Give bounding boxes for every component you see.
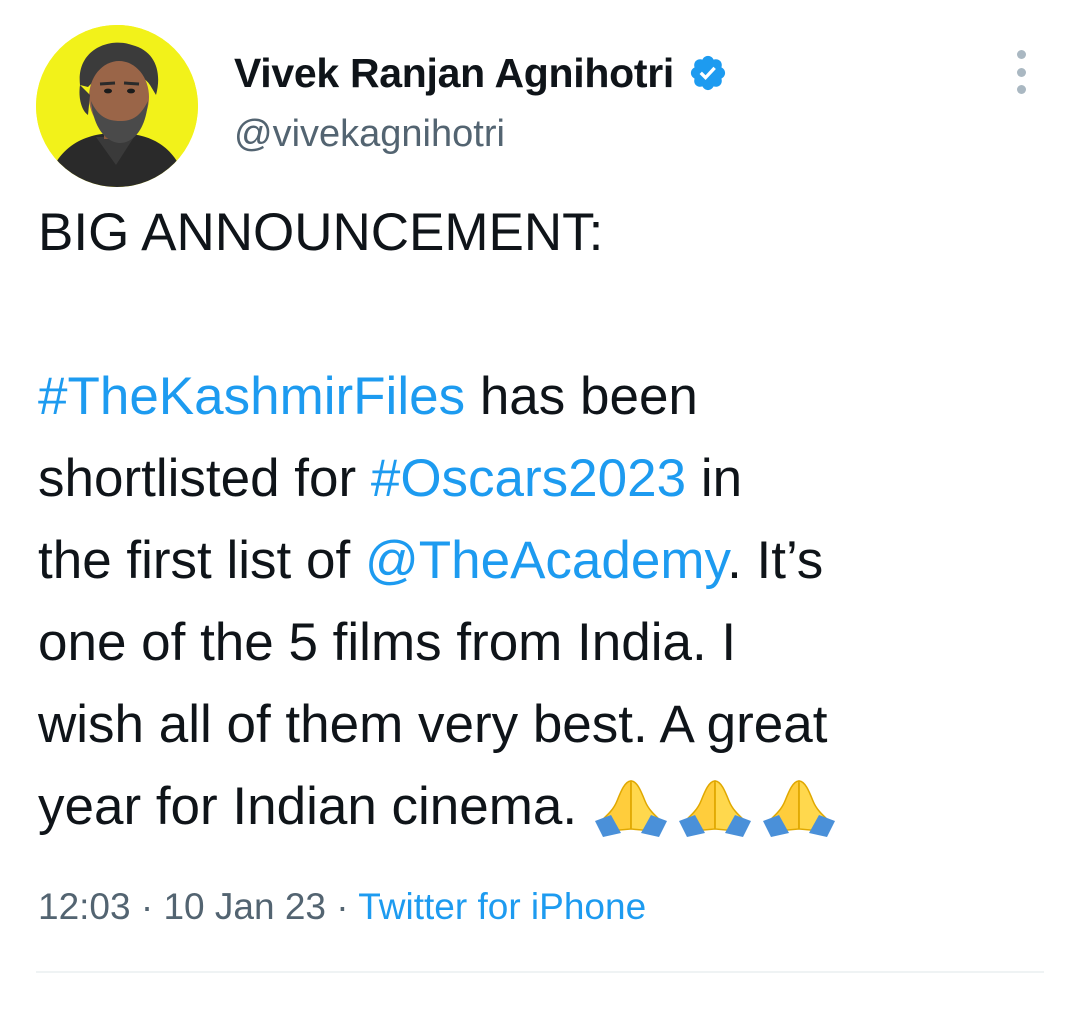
tweet-text-segment: shortlisted for: [38, 449, 371, 508]
tweet-text-line: shortlisted for #Oscars2023 in: [38, 438, 1048, 520]
tweet-text-segment: wish all of them very best. A great: [38, 695, 828, 754]
hashtag-link[interactable]: #Oscars2023: [371, 449, 686, 508]
emoji-row: [591, 775, 839, 837]
tweet-meta: 12:03 · 10 Jan 23 · Twitter for iPhone: [38, 886, 646, 928]
folded-hands-icon: [591, 775, 671, 837]
tweet-text-segment: the first list of: [38, 531, 365, 590]
author-display-name[interactable]: Vivek Ranjan Agnihotri: [234, 50, 674, 97]
verified-badge-icon: [688, 53, 728, 93]
tweet-card: Vivek Ranjan Agnihotri @vivekagnihotri B…: [0, 0, 1080, 1019]
divider: [36, 971, 1044, 973]
tweet-text-line: #TheKashmirFiles has been: [38, 356, 1048, 438]
folded-hands-icon: [759, 775, 839, 837]
meta-separator: ·: [130, 886, 164, 927]
tweet-text-segment: in: [686, 449, 743, 508]
folded-hands-icon: [675, 775, 755, 837]
tweet-text-segment: year for Indian cinema.: [38, 777, 578, 836]
tweet-text-segment: one of the 5 films from India. I: [38, 613, 737, 672]
tweet-text-line: the first list of @TheAcademy. It’s: [38, 520, 1048, 602]
tweet-source-link[interactable]: Twitter for iPhone: [358, 886, 646, 927]
tweet-text-line: BIG ANNOUNCEMENT:: [38, 192, 1048, 274]
tweet-text-segment: BIG ANNOUNCEMENT:: [38, 203, 604, 262]
tweet-text: BIG ANNOUNCEMENT: #TheKashmirFiles has be…: [38, 192, 1048, 848]
avatar-photo: [36, 25, 198, 187]
tweet-text-line: year for Indian cinema.: [38, 766, 1048, 848]
author-handle[interactable]: @vivekagnihotri: [234, 113, 505, 156]
avatar[interactable]: [36, 25, 198, 187]
tweet-text-segment: . It’s: [727, 531, 824, 590]
tweet-date[interactable]: 10 Jan 23: [163, 886, 326, 927]
tweet-text-line: one of the 5 films from India. I: [38, 602, 1048, 684]
tweet-text-line: wish all of them very best. A great: [38, 684, 1048, 766]
hashtag-link[interactable]: #TheKashmirFiles: [38, 367, 465, 426]
mention-link[interactable]: @TheAcademy: [365, 531, 727, 590]
meta-separator: ·: [326, 886, 359, 927]
author-name-row[interactable]: Vivek Ranjan Agnihotri: [234, 48, 728, 98]
tweet-text-segment: has been: [465, 367, 698, 426]
tweet-time[interactable]: 12:03: [38, 886, 131, 927]
more-options-icon[interactable]: [1006, 50, 1036, 94]
